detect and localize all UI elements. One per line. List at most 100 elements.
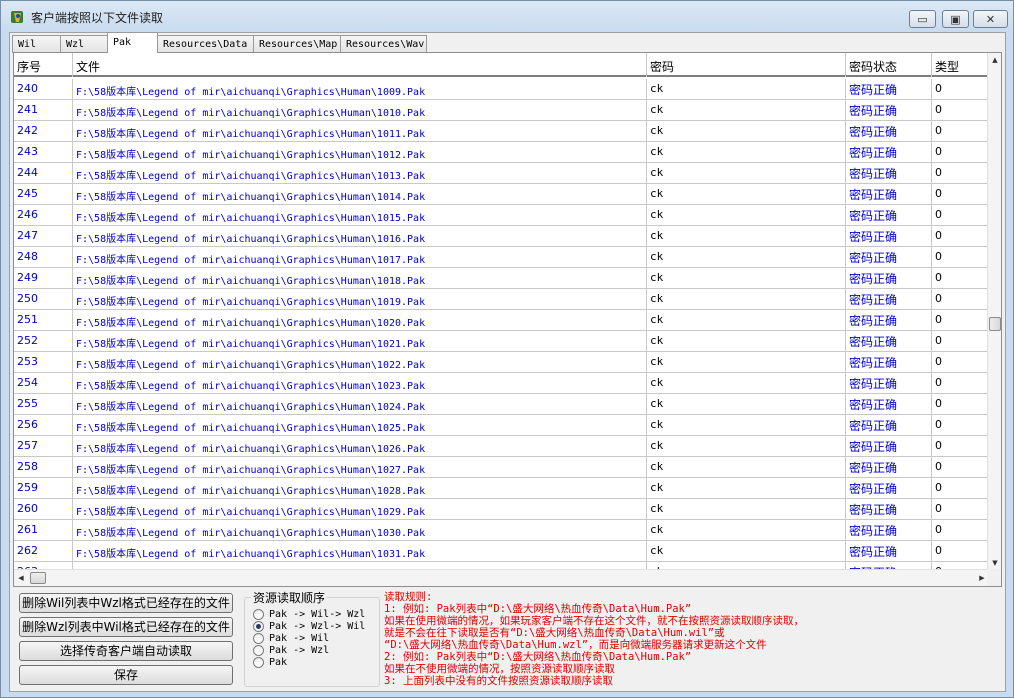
scroll-down-icon[interactable]: ▼ <box>988 556 1001 570</box>
cell-password: ck <box>647 331 846 352</box>
read-order-title: 资源读取顺序 <box>251 589 328 606</box>
cell-index: 246 <box>14 205 73 226</box>
cell-file-path: F:\58版本库\Legend of mir\aichuanqi\Graphic… <box>73 394 647 415</box>
cell-file-path: F:\58版本库\Legend of mir\aichuanqi\Graphic… <box>73 436 647 457</box>
cell-index: 244 <box>14 163 73 184</box>
delete-wil-duplicates-button[interactable]: 删除Wil列表中Wzl格式已经存在的文件 <box>19 593 233 613</box>
table-row[interactable]: 255 F:\58版本库\Legend of mir\aichuanqi\Grap… <box>14 394 989 415</box>
table-row[interactable]: 253 F:\58版本库\Legend of mir\aichuanqi\Grap… <box>14 352 989 373</box>
cell-password-status: 密码正确 <box>846 142 932 163</box>
radio-order-3[interactable]: Pak -> Wil <box>253 632 329 644</box>
select-client-button[interactable]: 选择传奇客户端自动读取 <box>19 641 233 661</box>
cell-file-path: F:\58版本库\Legend of mir\aichuanqi\Graphic… <box>73 121 647 142</box>
column-header-index[interactable]: 序号 <box>14 53 73 77</box>
rules-line: 如果在不使用微端的情况，按照资源读取顺序读取 <box>384 663 615 675</box>
cell-index: 260 <box>14 499 73 520</box>
radio-order-2[interactable]: Pak -> Wzl-> Wil <box>253 620 365 632</box>
table-row[interactable]: 249 F:\58版本库\Legend of mir\aichuanqi\Grap… <box>14 268 989 289</box>
radio-order-1[interactable]: Pak -> Wil-> Wzl <box>253 608 365 620</box>
app-logo-icon <box>10 9 26 25</box>
column-header-file[interactable]: 文件 <box>73 53 647 77</box>
cell-index: 243 <box>14 142 73 163</box>
column-header-type[interactable]: 类型 <box>932 53 989 77</box>
scroll-up-icon[interactable]: ▲ <box>988 53 1001 67</box>
tab-resources-data[interactable]: Resources\Data <box>157 35 254 53</box>
table-row[interactable]: 244 F:\58版本库\Legend of mir\aichuanqi\Grap… <box>14 163 989 184</box>
radio-dot-icon[interactable] <box>253 632 264 644</box>
radio-order-4[interactable]: Pak -> Wzl <box>253 644 329 656</box>
table-row[interactable]: 248 F:\58版本库\Legend of mir\aichuanqi\Grap… <box>14 247 989 268</box>
radio-dot-icon[interactable] <box>253 644 264 656</box>
cell-type: 0 <box>932 79 989 100</box>
minimize-button[interactable]: ▭ <box>909 10 936 28</box>
radio-order-5[interactable]: Pak <box>253 656 287 668</box>
table-row[interactable]: 257 F:\58版本库\Legend of mir\aichuanqi\Grap… <box>14 436 989 457</box>
table-row[interactable]: 242 F:\58版本库\Legend of mir\aichuanqi\Grap… <box>14 121 989 142</box>
vertical-scroll-thumb[interactable] <box>989 317 1001 331</box>
radio-dot-selected-icon[interactable] <box>253 620 264 632</box>
cell-password: ck <box>647 289 846 310</box>
cell-index: 253 <box>14 352 73 373</box>
table-row[interactable]: 245 F:\58版本库\Legend of mir\aichuanqi\Grap… <box>14 184 989 205</box>
tab-resources-wav[interactable]: Resources\Wav <box>340 35 427 53</box>
delete-wzl-duplicates-button[interactable]: 删除Wzl列表中Wil格式已经存在的文件 <box>19 617 233 637</box>
column-header-password[interactable]: 密码 <box>647 53 846 77</box>
tab-wzl[interactable]: Wzl <box>60 35 108 53</box>
tab-wil[interactable]: Wil <box>12 35 61 53</box>
table-row[interactable]: 240 F:\58版本库\Legend of mir\aichuanqi\Grap… <box>14 79 989 100</box>
table-row[interactable]: 246 F:\58版本库\Legend of mir\aichuanqi\Grap… <box>14 205 989 226</box>
table-row[interactable]: 247 F:\58版本库\Legend of mir\aichuanqi\Grap… <box>14 226 989 247</box>
table-row[interactable]: 262 F:\58版本库\Legend of mir\aichuanqi\Grap… <box>14 541 989 562</box>
vertical-scrollbar[interactable]: ▲ ▼ <box>987 53 1001 570</box>
minimize-icon: ▭ <box>917 12 928 26</box>
cell-password-status: 密码正确 <box>846 205 932 226</box>
cell-type: 0 <box>932 289 989 310</box>
horizontal-scroll-thumb[interactable] <box>30 572 46 584</box>
cell-index: 252 <box>14 331 73 352</box>
cell-index: 242 <box>14 121 73 142</box>
table-row[interactable]: 254 F:\58版本库\Legend of mir\aichuanqi\Grap… <box>14 373 989 394</box>
maximize-button[interactable]: ▣ <box>942 10 969 28</box>
cell-password: ck <box>647 121 846 142</box>
cell-file-path: F:\58版本库\Legend of mir\aichuanqi\Graphic… <box>73 184 647 205</box>
cell-password: ck <box>647 373 846 394</box>
cell-type: 0 <box>932 268 989 289</box>
table-row[interactable]: 260 F:\58版本库\Legend of mir\aichuanqi\Grap… <box>14 499 989 520</box>
cell-password-status: 密码正确 <box>846 478 932 499</box>
cell-file-path: F:\58版本库\Legend of mir\aichuanqi\Graphic… <box>73 499 647 520</box>
table-row[interactable]: 261 F:\58版本库\Legend of mir\aichuanqi\Grap… <box>14 520 989 541</box>
cell-file-path: F:\58版本库\Legend of mir\aichuanqi\Graphic… <box>73 352 647 373</box>
save-button[interactable]: 保存 <box>19 665 233 685</box>
title-bar[interactable]: 客户端按照以下文件读取 ▭ ▣ ✕ <box>1 1 1013 33</box>
maximize-icon: ▣ <box>950 12 961 26</box>
cell-type: 0 <box>932 457 989 478</box>
radio-dot-icon[interactable] <box>253 656 264 668</box>
tab-pak[interactable]: Pak <box>107 32 158 53</box>
cell-password: ck <box>647 268 846 289</box>
table-row[interactable]: 256 F:\58版本库\Legend of mir\aichuanqi\Grap… <box>14 415 989 436</box>
radio-dot-icon[interactable] <box>253 608 264 620</box>
cell-password: ck <box>647 520 846 541</box>
rules-line: 3: 上面列表中没有的文件按照资源读取顺序读取 <box>384 675 613 687</box>
cell-index: 245 <box>14 184 73 205</box>
horizontal-scrollbar[interactable]: ◀ ▶ <box>14 569 989 586</box>
table-row[interactable]: 243 F:\58版本库\Legend of mir\aichuanqi\Grap… <box>14 142 989 163</box>
table-row[interactable]: 250 F:\58版本库\Legend of mir\aichuanqi\Grap… <box>14 289 989 310</box>
cell-type: 0 <box>932 310 989 331</box>
table-row[interactable]: 241 F:\58版本库\Legend of mir\aichuanqi\Grap… <box>14 100 989 121</box>
tab-resources-map[interactable]: Resources\Map <box>253 35 341 53</box>
table-row[interactable]: 252 F:\58版本库\Legend of mir\aichuanqi\Grap… <box>14 331 989 352</box>
cell-type: 0 <box>932 331 989 352</box>
close-icon: ✕ <box>985 12 996 26</box>
scroll-left-icon[interactable]: ◀ <box>14 570 28 586</box>
close-button[interactable]: ✕ <box>973 10 1008 28</box>
column-header-password-status[interactable]: 密码状态 <box>846 53 932 77</box>
cell-file-path: F:\58版本库\Legend of mir\aichuanqi\Graphic… <box>73 247 647 268</box>
table-row[interactable]: 251 F:\58版本库\Legend of mir\aichuanqi\Grap… <box>14 310 989 331</box>
file-grid[interactable]: 序号 文件 密码 密码状态 类型 240 F:\58版本库\Legend of m… <box>13 52 1002 587</box>
cell-file-path: F:\58版本库\Legend of mir\aichuanqi\Graphic… <box>73 520 647 541</box>
table-row[interactable]: 259 F:\58版本库\Legend of mir\aichuanqi\Grap… <box>14 478 989 499</box>
cell-type: 0 <box>932 541 989 562</box>
cell-index: 241 <box>14 100 73 121</box>
table-row[interactable]: 258 F:\58版本库\Legend of mir\aichuanqi\Grap… <box>14 457 989 478</box>
